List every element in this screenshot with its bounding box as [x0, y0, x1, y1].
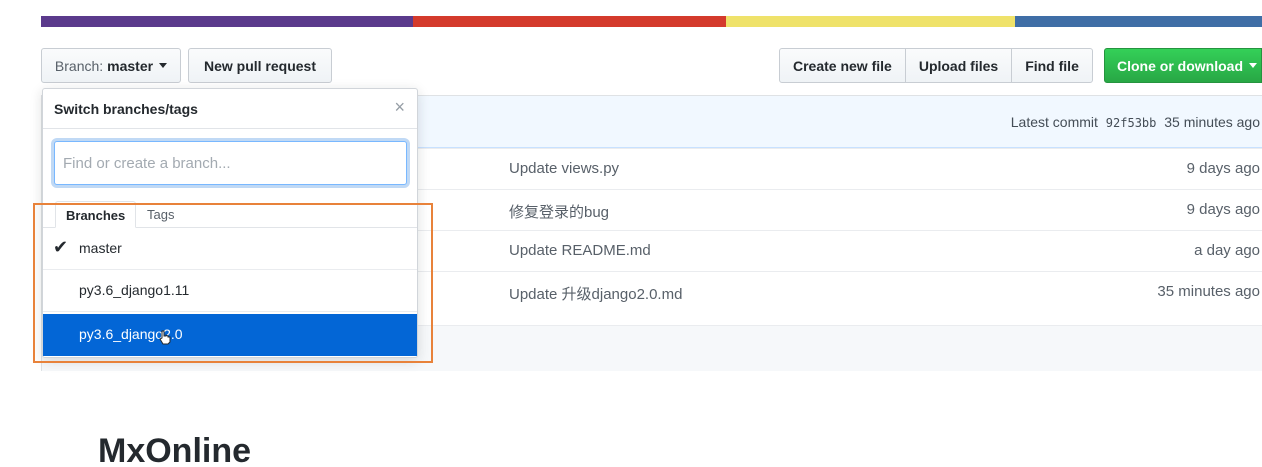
language-bar-segment	[726, 16, 1015, 27]
language-bar	[41, 16, 1262, 27]
chevron-down-icon	[159, 63, 168, 68]
create-new-file-label: Create new file	[793, 57, 892, 74]
language-bar-segment	[1015, 16, 1262, 27]
branch-name-label: master	[107, 57, 154, 74]
annotation-highlight-box	[33, 203, 433, 363]
commit-age: 35 minutes ago	[1157, 283, 1260, 300]
close-icon[interactable]: ×	[394, 98, 405, 116]
find-file-label: Find file	[1025, 57, 1079, 74]
commit-age: a day ago	[1194, 242, 1260, 259]
dropdown-title: Switch branches/tags	[54, 101, 198, 117]
commit-message-link[interactable]: Update README.md	[509, 242, 651, 259]
language-bar-segment	[41, 16, 413, 27]
commit-message-link[interactable]: Update views.py	[509, 160, 619, 177]
readme-title: MxOnline	[98, 432, 252, 467]
latest-commit-age: 35 minutes ago	[1164, 114, 1260, 130]
find-file-button[interactable]: Find file	[1011, 48, 1093, 83]
new-pull-request-label: New pull request	[203, 57, 317, 74]
latest-commit-info: Latest commit 92f53bb 35 minutes ago	[1011, 114, 1260, 130]
upload-files-button[interactable]: Upload files	[904, 48, 1013, 83]
new-pull-request-button[interactable]: New pull request	[188, 48, 332, 83]
chevron-down-icon	[1249, 63, 1257, 68]
commit-sha-link[interactable]: 92f53bb	[1106, 116, 1157, 130]
branch-search-input[interactable]	[54, 141, 407, 185]
create-new-file-button[interactable]: Create new file	[779, 48, 906, 83]
commit-message-link[interactable]: 修复登录的bug	[509, 201, 609, 222]
clone-or-download-label: Clone or download	[1117, 57, 1243, 74]
commit-age: 9 days ago	[1186, 201, 1260, 218]
commit-message-link[interactable]: Update 升级django2.0.md	[509, 283, 682, 304]
latest-commit-prefix: Latest commit	[1010, 114, 1098, 130]
dropdown-header: Switch branches/tags ×	[43, 89, 417, 129]
clone-or-download-button[interactable]: Clone or download	[1104, 48, 1262, 83]
upload-files-label: Upload files	[918, 57, 999, 74]
branch-select-button[interactable]: Branch: master	[41, 48, 181, 83]
language-bar-segment	[413, 16, 726, 27]
file-actions-group: Create new file Upload files Find file	[779, 48, 1093, 83]
branch-prefix-label: Branch:	[54, 57, 104, 74]
commit-age: 9 days ago	[1186, 160, 1260, 177]
